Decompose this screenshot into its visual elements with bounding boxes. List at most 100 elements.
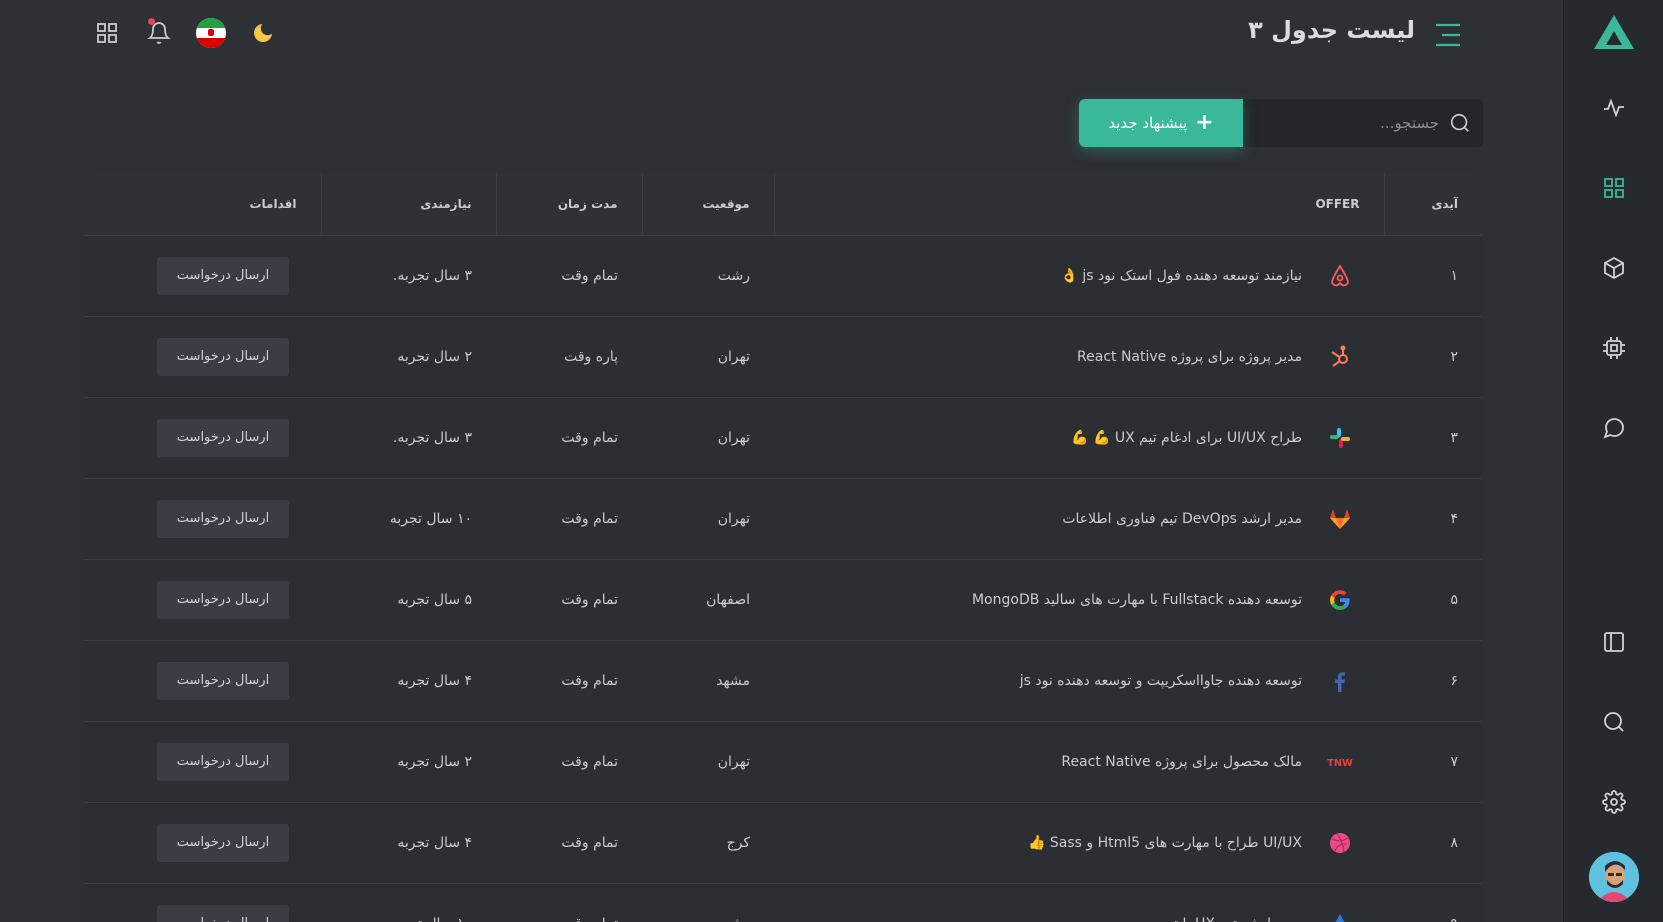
column-header-offer[interactable]: OFFER	[774, 173, 1385, 236]
sidebar-item-dashboard[interactable]	[1564, 168, 1663, 208]
sidebar-item-layout[interactable]	[1564, 622, 1663, 662]
cell-location: کرج	[642, 802, 774, 884]
offer-title[interactable]: مدیر ارشد تیم UX با تجربه	[1146, 916, 1302, 922]
offer-title[interactable]: طراح UI/UX برای ادغام تیم UX 💪 💪	[1071, 430, 1302, 446]
send-request-button[interactable]: ارسال درخواست	[157, 499, 289, 538]
send-request-button[interactable]: ارسال درخواست	[157, 661, 289, 700]
app-logo[interactable]	[1564, 10, 1663, 54]
sidebar-item-settings[interactable]	[1564, 782, 1663, 822]
menu-icon	[1436, 23, 1460, 47]
send-request-button[interactable]: ارسال درخواست	[157, 904, 289, 922]
notifications-button[interactable]	[144, 18, 174, 48]
offer-title[interactable]: مدیر پروژه برای پروژه React Native	[1077, 349, 1302, 365]
sidebar-item-chat[interactable]	[1564, 408, 1663, 448]
offer-title[interactable]: UI/UX طراح با مهارت های Html5 و Sass 👍	[1028, 835, 1302, 851]
offers-table: آیدی OFFER موقعیت مدت زمان نیازمندی اقدا…	[84, 173, 1482, 922]
cell-id: ۴	[1384, 478, 1482, 560]
cell-duration: تمام وقت	[496, 640, 642, 722]
column-header-id[interactable]: آیدی	[1384, 173, 1482, 236]
offer-title[interactable]: مدیر ارشد DevOps تیم فناوری اطلاعات	[1062, 511, 1302, 527]
cell-actions: ارسال درخواست	[84, 640, 321, 722]
row-id: ۲	[1450, 348, 1458, 365]
table-row[interactable]: ۷ TNW مالک محصول برای پروژه React Native ته…	[84, 721, 1482, 803]
gitlab-icon	[1320, 504, 1360, 534]
column-header-requirement[interactable]: نیازمندی	[321, 173, 497, 236]
cell-actions: ارسال درخواست	[84, 559, 321, 641]
cell-requirement: ۱۰ سال تجربه	[321, 478, 496, 560]
cell-location: اصفهان	[642, 559, 774, 641]
cell-location: رشت	[642, 235, 774, 317]
cell-location: مشهد	[642, 640, 774, 722]
offer-title[interactable]: مالک محصول برای پروژه React Native	[1061, 754, 1302, 770]
grid-icon	[1604, 178, 1624, 198]
cell-requirement: ۴ سال تجربه	[321, 802, 496, 884]
cell-id: ۳	[1384, 397, 1482, 479]
cell-actions: ارسال درخواست	[84, 316, 321, 398]
row-id: ۱	[1450, 267, 1458, 284]
cell-actions: ارسال درخواست	[84, 397, 321, 479]
google-icon	[1320, 585, 1360, 615]
sidebar-item-package[interactable]	[1564, 248, 1663, 288]
cell-duration: پاره وقت	[496, 316, 642, 398]
send-request-button[interactable]: ارسال درخواست	[157, 742, 289, 781]
send-request-button[interactable]: ارسال درخواست	[157, 418, 289, 457]
svg-text:TNW: TNW	[1327, 757, 1353, 768]
sidebar-item-activity[interactable]	[1564, 88, 1663, 128]
table-row[interactable]: ۶ توسعه دهنده جاوااسکریپت و توسعه دهنده ن…	[84, 640, 1482, 722]
offer-title[interactable]: توسعه دهنده جاوااسکریپت و توسعه دهنده نو…	[1020, 673, 1302, 689]
language-button[interactable]	[196, 18, 226, 48]
cell-actions: ارسال درخواست	[84, 802, 321, 884]
send-request-button[interactable]: ارسال درخواست	[157, 337, 289, 376]
column-header-actions: اقدامات	[84, 173, 322, 236]
table-row[interactable]: ۴ مدیر ارشد DevOps تیم فناوری اطلاعات تهرا…	[84, 478, 1482, 560]
offer-title[interactable]: توسعه دهنده Fullstack با مهارت های سالید…	[972, 592, 1302, 608]
cell-duration: تمام وقت	[496, 802, 642, 884]
theme-toggle-button[interactable]	[248, 18, 278, 48]
user-avatar[interactable]	[1589, 852, 1639, 902]
cell-id: ۸	[1384, 802, 1482, 884]
search-icon	[1604, 712, 1624, 732]
search-input[interactable]	[1269, 114, 1439, 132]
send-request-button[interactable]: ارسال درخواست	[157, 580, 289, 619]
table-row[interactable]: ۳ طراح UI/UX برای ادغام تیم UX 💪 💪 تهران تم…	[84, 397, 1482, 479]
column-header-location[interactable]: موقعیت	[642, 173, 775, 236]
table-row[interactable]: ۵ توسعه دهنده Fullstack با مهارت های سالی…	[84, 559, 1482, 641]
logo-icon	[1594, 15, 1634, 49]
cell-duration: تمام وقت	[496, 235, 642, 317]
cell-requirement: ۲ سال تجربه	[321, 721, 496, 803]
slack-icon	[1320, 423, 1360, 453]
cell-offer: مدیر ارشد DevOps تیم فناوری اطلاعات	[774, 478, 1384, 560]
cell-offer: نیازمند توسعه دهنده فول استک نود js 👌	[774, 235, 1384, 317]
new-offer-label: پیشنهاد جدید	[1108, 114, 1188, 132]
iran-flag-icon	[196, 18, 226, 48]
cell-offer: توسعه دهنده جاوااسکریپت و توسعه دهنده نو…	[774, 640, 1384, 722]
table-row[interactable]: ۸ UI/UX طراح با مهارت های Html5 و Sass 👍 ک…	[84, 802, 1482, 884]
header-actions	[92, 18, 278, 48]
send-request-button[interactable]: ارسال درخواست	[157, 823, 289, 862]
sidebar-item-search[interactable]	[1564, 702, 1663, 742]
table-body: ۱ نیازمند توسعه دهنده فول استک نود js 👌 رش…	[84, 235, 1482, 922]
search-field[interactable]	[1243, 99, 1483, 147]
message-circle-icon	[1603, 418, 1624, 439]
table-row[interactable]: ۲ مدیر پروژه برای پروژه React Native تهران…	[84, 316, 1482, 398]
cell-duration: تمام وقت	[496, 559, 642, 641]
new-offer-button[interactable]: + پیشنهاد جدید	[1079, 99, 1243, 147]
cell-duration: تمام وقت	[496, 883, 642, 922]
table-row[interactable]: ۹ مدیر ارشد تیم UX با تجربه رشتتمام وقت۱۰ …	[84, 883, 1482, 922]
plus-icon: +	[1195, 110, 1214, 135]
table-row[interactable]: ۱ نیازمند توسعه دهنده فول استک نود js 👌 رش…	[84, 235, 1482, 317]
tnw-icon: TNW	[1320, 747, 1360, 777]
apps-button[interactable]	[92, 18, 122, 48]
menu-toggle-button[interactable]	[1433, 20, 1463, 50]
row-id: ۴	[1450, 510, 1458, 527]
row-id: ۳	[1450, 429, 1458, 446]
cell-location: تهران	[642, 721, 774, 803]
airbnb-icon	[1320, 261, 1360, 291]
row-id: ۷	[1450, 753, 1458, 770]
dribbble-icon	[1320, 828, 1360, 858]
offer-title[interactable]: نیازمند توسعه دهنده فول استک نود js 👌	[1061, 268, 1302, 284]
row-id: ۸	[1450, 834, 1458, 851]
sidebar-item-cpu[interactable]	[1564, 328, 1663, 368]
column-header-duration[interactable]: مدت زمان	[496, 173, 643, 236]
send-request-button[interactable]: ارسال درخواست	[157, 256, 289, 295]
